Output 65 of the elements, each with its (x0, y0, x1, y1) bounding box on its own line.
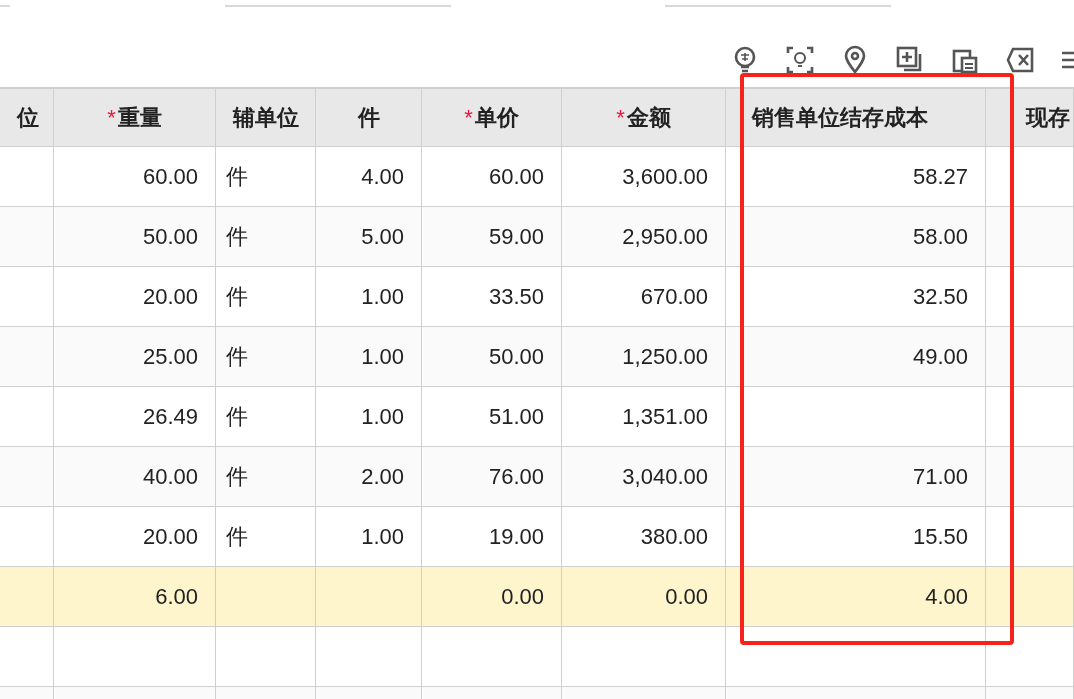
table-cell-text: 1.00 (361, 283, 404, 311)
table-cell-text: 件 (226, 223, 248, 251)
table-cell-text: 1.00 (361, 403, 404, 431)
required-asterisk: * (616, 104, 625, 132)
table-cell-text: 0.00 (501, 583, 544, 611)
table-cell-text: 20.00 (142, 523, 198, 551)
table-cell-text: 件 (226, 283, 248, 311)
table-cell-text: 件 (226, 163, 248, 191)
column-header: 辅单位 (232, 104, 299, 132)
column-header: 件 (357, 104, 380, 132)
scan-lightbulb-icon[interactable] (785, 44, 815, 75)
table-cell-text: 71.00 (912, 463, 968, 491)
table-cell-text: 51.00 (488, 403, 544, 431)
table-cell-text: 1.00 (361, 343, 404, 371)
table-cell-text: 59.00 (488, 223, 544, 251)
table-row[interactable]: 50.00 件 5.00 59.00 2,950.00 58.00 (0, 207, 1074, 267)
table-row[interactable]: 20.00 件 1.00 19.00 380.00 15.50 (0, 507, 1074, 567)
table-cell-text: 49.00 (912, 343, 968, 371)
column-header: 位 (17, 104, 39, 132)
required-asterisk: * (107, 104, 116, 132)
table-cell-text: 58.00 (912, 223, 968, 251)
table-cell-text: 件 (226, 523, 248, 551)
table-cell-text: 26.49 (142, 403, 198, 431)
table-cell-text: 4.00 (925, 583, 968, 611)
table-cell-text: 15.50 (912, 523, 968, 551)
table-cell-text: 50.00 (142, 223, 198, 251)
table-cell-text: 6.00 (155, 583, 198, 611)
highlighted-row[interactable]: 6.00 0.00 0.00 4.00 (0, 567, 1074, 627)
table-cell-text: 件 (226, 343, 248, 371)
table-cell-text: 32.50 (912, 283, 968, 311)
table-cell-text: 33.50 (488, 283, 544, 311)
table-cell-text: 1,250.00 (622, 343, 708, 371)
table-row[interactable]: 40.00 件 2.00 76.00 3,040.00 71.00 (0, 447, 1074, 507)
required-asterisk: * (464, 104, 473, 132)
table-cell-text: 25.00 (142, 343, 198, 371)
table-cell-text: 件 (226, 463, 248, 491)
table-cell-text: 3,040.00 (622, 463, 708, 491)
table-cell-text: 58.27 (912, 163, 968, 191)
column-header: *单价 (464, 101, 519, 134)
table-cell-text: 60.00 (142, 163, 198, 191)
table-cell-text: 380.00 (640, 523, 708, 551)
table-cell-text: 76.00 (488, 463, 544, 491)
table-cell-text: 2,950.00 (622, 223, 708, 251)
table-cell-text: 2.00 (361, 463, 404, 491)
table-cell-text: 3,600.00 (622, 163, 708, 191)
table-cell-text: 1,351.00 (622, 403, 708, 431)
table-cell-text: 1.00 (361, 523, 404, 551)
table-cell-text: 50.00 (488, 343, 544, 371)
table-row[interactable]: 25.00 件 1.00 50.00 1,250.00 49.00 (0, 327, 1074, 387)
table-cell-text: 4.00 (361, 163, 404, 191)
table-cell-text: 件 (226, 403, 248, 431)
table-cell-text: 20.00 (142, 283, 198, 311)
table-row[interactable]: 26.49 件 1.00 51.00 1,351.00 (0, 387, 1074, 447)
column-header: 销售单位结存成本 (752, 104, 928, 132)
table-cell-text: 5.00 (361, 223, 404, 251)
table-row[interactable]: 20.00 件 1.00 33.50 670.00 32.50 (0, 267, 1074, 327)
column-header: 现存 (1026, 104, 1070, 132)
table-cell-text: 0.00 (665, 583, 708, 611)
table-cell-text: 670.00 (640, 283, 708, 311)
table-cell-text: 60.00 (488, 163, 544, 191)
table-cell-text: 40.00 (142, 463, 198, 491)
column-header: *金额 (616, 101, 671, 134)
table-cell-text: 19.00 (488, 523, 544, 551)
table-row[interactable]: 60.00 件 4.00 60.00 3,600.00 58.27 (0, 147, 1074, 207)
column-header: *重量 (107, 101, 162, 134)
